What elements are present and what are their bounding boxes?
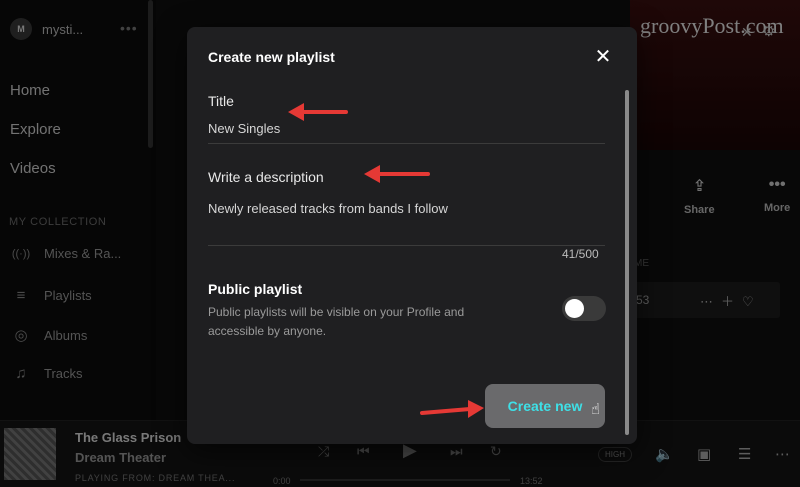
title-underline xyxy=(208,143,605,144)
annotation-arrow-icon xyxy=(420,400,484,418)
description-underline xyxy=(208,245,605,246)
description-counter: 41/500 xyxy=(562,247,599,261)
public-playlist-toggle[interactable] xyxy=(562,296,606,321)
hand-cursor-icon: ☝ xyxy=(591,401,601,418)
description-input[interactable]: Newly released tracks from bands I follo… xyxy=(208,201,604,216)
create-playlist-dialog: Create new playlist ✕ Title New Singles … xyxy=(187,27,637,444)
close-icon[interactable]: ✕ xyxy=(592,47,614,69)
annotation-arrow-icon xyxy=(288,103,348,121)
dialog-scrollbar[interactable] xyxy=(625,90,629,435)
toggle-knob xyxy=(565,299,584,318)
title-input[interactable]: New Singles xyxy=(208,121,604,136)
create-new-button[interactable]: Create new xyxy=(485,384,605,428)
description-label: Write a description xyxy=(208,169,324,185)
annotation-arrow-icon xyxy=(364,165,430,183)
public-playlist-description: Public playlists will be visible on your… xyxy=(208,305,465,338)
title-label: Title xyxy=(208,93,234,109)
public-playlist-title: Public playlist xyxy=(208,281,303,297)
dialog-title: Create new playlist xyxy=(208,49,335,65)
